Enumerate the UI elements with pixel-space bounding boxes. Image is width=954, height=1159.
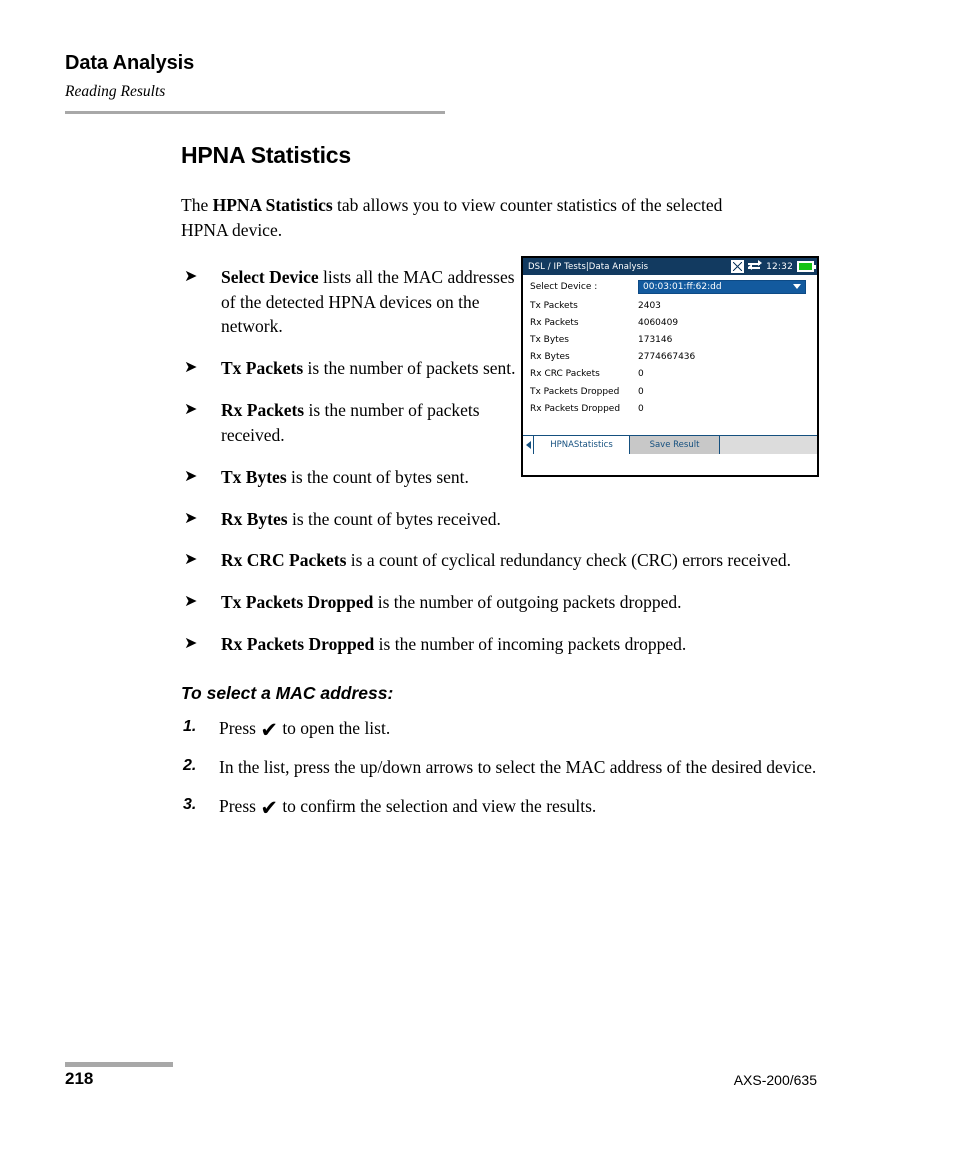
stat-value: 173146 [638,334,673,345]
step-text-before: Press [219,717,261,738]
intro-term: HPNA Statistics [212,195,333,215]
device-screenshot: DSL / IP Tests|Data Analysis 12:32 Selec… [521,256,819,477]
hourglass-icon [731,260,745,273]
stat-label: Tx Packets [530,300,578,311]
stat-row: Tx Packets 2403 [523,297,817,314]
bullet-arrow-icon: ➤ [184,507,198,527]
list-item: ➤ Rx Bytes is the count of bytes received… [181,507,861,532]
stat-value: 0 [638,386,644,397]
bullet-term: Rx Packets [221,400,305,421]
procedure-step: 3. Press ✔ to confirm the selection and v… [181,794,859,819]
list-item: ➤ Tx Packets Dropped is the number of out… [181,590,861,615]
stat-value: 4060409 [638,317,679,328]
step-number: 3. [183,795,197,813]
bullet-arrow-icon: ➤ [184,265,198,285]
checkmark-icon: ✔ [260,717,278,742]
bullet-term: Tx Bytes [221,466,287,487]
bullet-text: is the count of bytes received. [287,508,501,529]
step-text-after: to confirm the selection and view the re… [277,795,597,816]
device-titlebar: DSL / IP Tests|Data Analysis 12:32 [523,258,817,275]
bullet-term: Rx CRC Packets [221,550,347,571]
bullet-text: is a count of cyclical redundancy check … [346,550,792,571]
bullet-arrow-icon: ➤ [184,357,198,377]
step-text-after: to open the list. [277,717,391,738]
tab-scroll-left-button[interactable] [523,436,534,454]
device-screen-body: Select Device : 00:03:01:ff:62:dd Tx Pac… [523,275,817,454]
intro-paragraph: The HPNA Statistics tab allows you to vi… [181,193,761,243]
list-item: ➤ Rx CRC Packets is a count of cyclical r… [181,548,861,573]
chevron-left-icon [525,441,531,449]
bullet-text: is the number of outgoing packets droppe… [373,592,682,613]
stat-value: 2403 [638,300,661,311]
header-divider [65,111,445,114]
bullet-term: Select Device [221,266,319,287]
bullet-text: is the number of incoming packets droppe… [374,634,687,655]
list-item: ➤ Tx Packets is the number of packets sen… [181,356,531,381]
stat-row: Tx Bytes 173146 [523,331,817,348]
intro-text-before: The [181,195,213,215]
device-status-icons: 12:32 [731,260,816,273]
stat-row: Rx Packets Dropped 0 [523,400,817,417]
procedure-title: To select a MAC address: [181,682,394,703]
bullet-arrow-icon: ➤ [184,633,198,653]
bullet-term: Tx Packets Dropped [221,592,374,613]
select-device-dropdown[interactable]: 00:03:01:ff:62:dd [638,279,806,294]
document-id: AXS-200/635 [733,1072,817,1088]
chapter-title: Data Analysis [65,52,195,74]
section-subtitle: Reading Results [65,83,166,100]
main-content: HPNA Statistics The HPNA Statistics tab … [181,142,881,819]
bullet-term: Tx Packets [221,358,304,379]
stat-row: Tx Packets Dropped 0 [523,383,817,400]
footer-divider [65,1062,173,1067]
page-title: HPNA Statistics [181,142,351,168]
list-item: ➤ Select Device lists all the MAC address… [181,265,531,340]
stat-value: 0 [638,369,644,380]
step-number: 1. [183,717,197,735]
list-item: ➤ Rx Packets Dropped is the number of inc… [181,632,861,657]
procedure-step: 2. In the list, press the up/down arrows … [181,755,859,780]
running-header: Data Analysis Reading Results [65,52,465,114]
stat-value: 0 [638,403,644,414]
tab-save-result[interactable]: Save Result [630,436,720,454]
bullet-text: is the number of packets sent. [303,358,516,379]
page-number: 218 [65,1069,94,1088]
bullet-term: Rx Packets Dropped [221,634,375,655]
stat-value: 2774667436 [638,352,696,363]
stat-label: Rx Packets Dropped [530,403,621,414]
bullet-text: is the count of bytes sent. [286,466,469,487]
checkmark-icon: ✔ [260,795,278,820]
battery-icon [797,261,816,272]
stat-label: Tx Bytes [530,334,569,345]
step-text-before: Press [219,795,261,816]
list-item: ➤ Rx Packets is the number of packets rec… [181,398,531,448]
stat-row: Rx Bytes 2774667436 [523,349,817,366]
select-device-label: Select Device : [530,281,598,292]
procedure-step: 1. Press ✔ to open the list. [181,716,859,741]
device-tabbar: HPNAStatistics Save Result [523,435,817,454]
tab-hpna-statistics[interactable]: HPNAStatistics [534,436,630,454]
stat-label: Rx Bytes [530,352,570,363]
stat-label: Tx Packets Dropped [530,386,620,397]
device-breadcrumb: DSL / IP Tests|Data Analysis [528,261,649,272]
stat-label: Rx CRC Packets [530,369,600,380]
stat-row: Rx Packets 4060409 [523,314,817,331]
step-number: 2. [183,756,197,774]
bullet-arrow-icon: ➤ [184,591,198,611]
bullet-arrow-icon: ➤ [184,465,198,485]
network-activity-icon [748,260,763,272]
select-device-row: Select Device : 00:03:01:ff:62:dd [523,279,817,294]
bullet-term: Rx Bytes [221,508,288,529]
stat-label: Rx Packets [530,317,579,328]
bullet-arrow-icon: ➤ [184,549,198,569]
bullet-arrow-icon: ➤ [184,399,198,419]
clock-label: 12:32 [766,261,793,272]
step-text-before: In the list, press the up/down arrows to… [219,756,817,777]
procedure-step-list: 1. Press ✔ to open the list. 2. In the lis… [181,716,881,819]
chevron-down-icon[interactable] [793,284,801,289]
tabbar-filler [720,436,817,454]
select-device-value: 00:03:01:ff:62:dd [643,281,722,292]
stat-row: Rx CRC Packets 0 [523,366,817,383]
